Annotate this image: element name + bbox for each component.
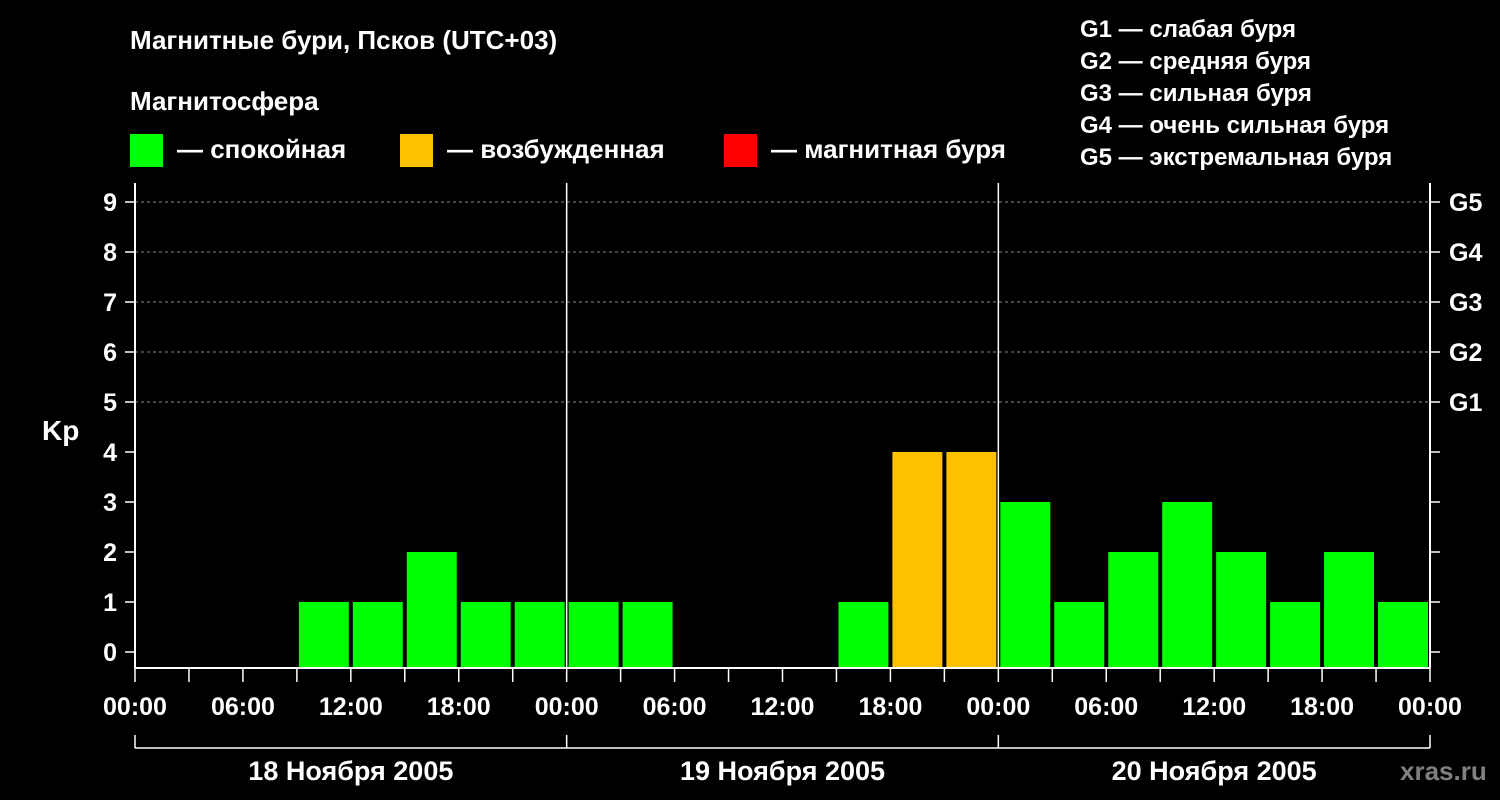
kp-bar xyxy=(622,602,673,668)
legend-label-quiet: — спокойная xyxy=(177,134,346,164)
y-tick-label: 8 xyxy=(103,239,117,267)
g-scale-g5: G5 — экстремальная буря xyxy=(1080,144,1392,171)
y-tick-label: 9 xyxy=(103,189,117,217)
watermark: xras.ru xyxy=(1400,756,1487,786)
kp-bar xyxy=(406,552,457,668)
day-label: 19 Ноября 2005 xyxy=(680,756,885,786)
x-tick-label: 12:00 xyxy=(1182,693,1246,721)
g-level-label: G1 xyxy=(1449,389,1482,417)
legend-swatch-storm xyxy=(724,134,757,167)
kp-bar xyxy=(298,602,349,668)
x-tick-label: 00:00 xyxy=(103,693,167,721)
x-tick-label: 18:00 xyxy=(1290,693,1354,721)
y-tick-label: 7 xyxy=(103,289,117,317)
x-tick-label: 12:00 xyxy=(751,693,815,721)
kp-bar xyxy=(1162,502,1213,668)
kp-bar xyxy=(892,452,943,668)
g-scale-g2: G2 — средняя буря xyxy=(1080,48,1311,75)
kp-bar xyxy=(946,452,997,668)
x-tick-label: 12:00 xyxy=(319,693,383,721)
y-axis-label: Kp xyxy=(42,415,79,446)
g-scale-g3: G3 — сильная буря xyxy=(1080,80,1312,107)
kp-bar xyxy=(352,602,403,668)
x-tick-label: 06:00 xyxy=(643,693,707,721)
x-tick-label: 00:00 xyxy=(535,693,599,721)
kp-bar xyxy=(1216,552,1267,668)
x-tick-label: 18:00 xyxy=(427,693,491,721)
g-level-label: G4 xyxy=(1449,239,1482,267)
x-tick-label: 06:00 xyxy=(211,693,275,721)
kp-bar xyxy=(460,602,511,668)
kp-bar xyxy=(1270,602,1321,668)
g-level-label: G5 xyxy=(1449,189,1482,217)
y-tick-label: 5 xyxy=(103,389,117,417)
day-label: 18 Ноября 2005 xyxy=(248,756,453,786)
day-label: 20 Ноября 2005 xyxy=(1112,756,1317,786)
g-scale-g4: G4 — очень сильная буря xyxy=(1080,112,1389,139)
y-tick-label: 2 xyxy=(103,539,117,567)
kp-chart: Магнитные бури, Псков (UTC+03) Магнитосф… xyxy=(42,16,1487,786)
x-tick-label: 00:00 xyxy=(1398,693,1462,721)
g-level-label: G2 xyxy=(1449,339,1482,367)
y-tick-label: 3 xyxy=(103,489,117,517)
kp-bar xyxy=(838,602,889,668)
g-level-label: G3 xyxy=(1449,289,1482,317)
kp-bar xyxy=(1108,552,1159,668)
legend-label-active: — возбужденная xyxy=(447,134,665,164)
legend-label-storm: — магнитная буря xyxy=(771,134,1006,164)
legend-swatch-active xyxy=(400,134,433,167)
legend-swatch-quiet xyxy=(130,134,163,167)
kp-bar xyxy=(1324,552,1375,668)
y-tick-label: 4 xyxy=(103,439,117,467)
kp-bar xyxy=(568,602,619,668)
kp-bar xyxy=(514,602,565,668)
y-tick-label: 0 xyxy=(103,639,117,667)
y-tick-label: 1 xyxy=(103,589,117,617)
chart-title: Магнитные бури, Псков (UTC+03) xyxy=(130,25,557,55)
kp-bar xyxy=(1378,602,1428,668)
legend-heading: Магнитосфера xyxy=(130,86,319,116)
kp-bar xyxy=(1054,602,1105,668)
kp-bar xyxy=(1000,502,1051,668)
y-tick-label: 6 xyxy=(103,339,117,367)
x-tick-label: 18:00 xyxy=(858,693,922,721)
g-scale-g1: G1 — слабая буря xyxy=(1080,16,1296,43)
x-tick-label: 06:00 xyxy=(1074,693,1138,721)
x-tick-label: 00:00 xyxy=(966,693,1030,721)
